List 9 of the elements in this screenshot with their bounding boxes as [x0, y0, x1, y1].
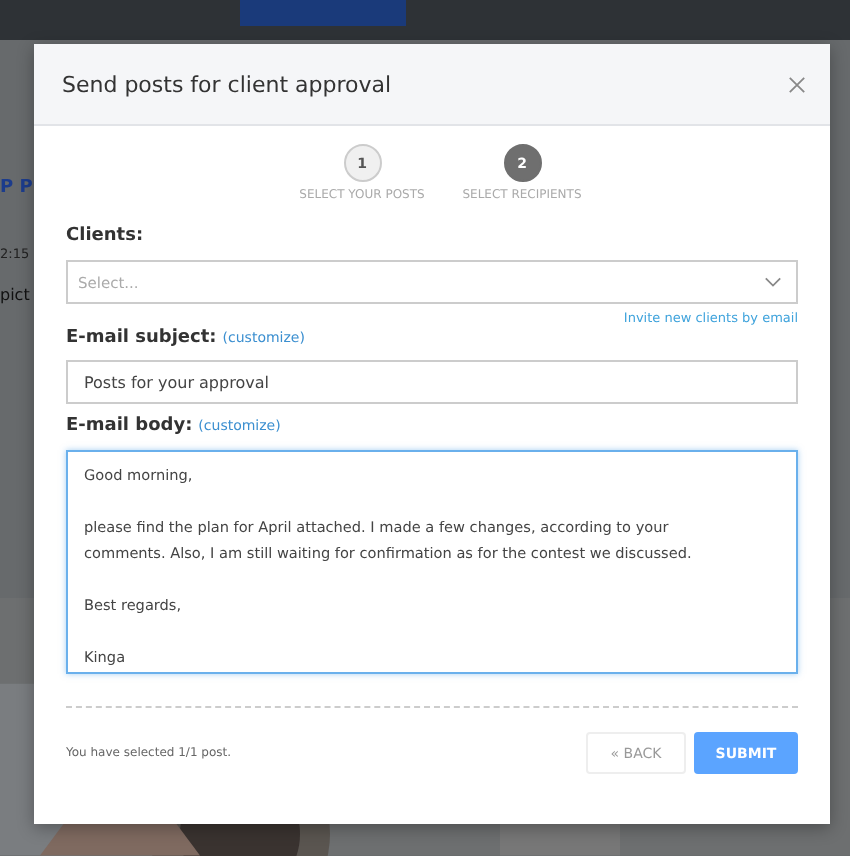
dialog-title: Send posts for client approval	[62, 71, 392, 97]
close-icon[interactable]	[788, 75, 806, 93]
subject-field[interactable]: Posts for your approval	[66, 360, 798, 404]
chevron-down-icon	[764, 276, 782, 288]
field-label: Clients:	[66, 226, 144, 246]
field-label: E-mail subject:	[66, 328, 217, 348]
text-fragment[interactable]: P P	[0, 178, 33, 198]
field-label: E-mail body:	[66, 416, 193, 436]
text-fragment: pict	[0, 286, 30, 304]
